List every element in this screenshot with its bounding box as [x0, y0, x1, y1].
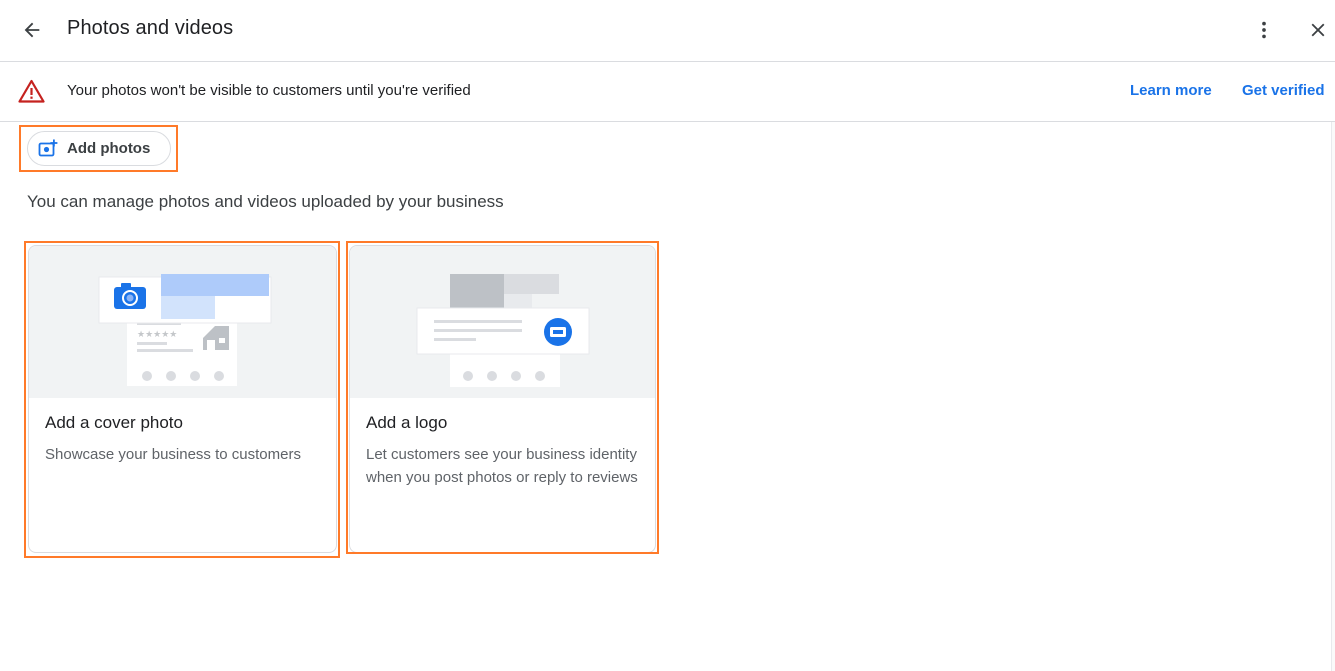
arrow-left-icon — [24, 22, 40, 38]
more-options-button[interactable] — [1244, 10, 1284, 50]
page-subtitle: You can manage photos and videos uploade… — [27, 192, 504, 211]
page-title: Photos and videos — [67, 17, 234, 39]
learn-more-link[interactable]: Learn more — [1130, 82, 1212, 99]
back-button[interactable] — [12, 10, 52, 50]
close-icon — [1311, 23, 1325, 37]
highlight-cover-photo — [24, 241, 340, 558]
get-verified-link[interactable]: Get verified — [1242, 82, 1325, 99]
more-vert-icon — [1262, 21, 1266, 39]
scrollbar-track[interactable] — [1331, 122, 1335, 671]
close-button[interactable] — [1298, 10, 1335, 50]
warning-triangle-icon — [18, 79, 45, 103]
app-header: Photos and videos — [0, 0, 1335, 62]
highlight-logo — [346, 241, 659, 554]
verification-banner: Your photos won't be visible to customer… — [0, 62, 1335, 122]
highlight-add-photos — [19, 125, 178, 172]
banner-message: Your photos won't be visible to customer… — [67, 82, 471, 99]
